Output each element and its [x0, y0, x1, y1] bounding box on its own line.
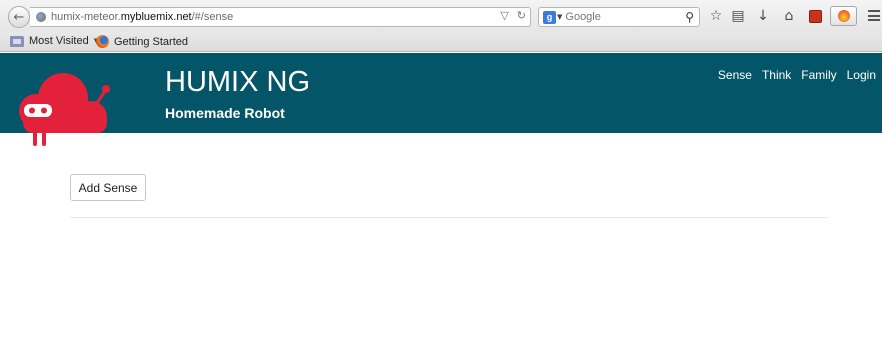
- firefox-icon: [96, 35, 109, 48]
- search-placeholder: Google: [565, 11, 601, 23]
- bookmark-getting-started[interactable]: Getting Started: [96, 35, 188, 48]
- home-icon[interactable]: ⌂: [780, 7, 798, 25]
- nav-link-login[interactable]: Login: [847, 68, 876, 82]
- url-domain: mybluemix.net: [120, 11, 192, 23]
- url-dropdown-icon[interactable]: ▽: [500, 9, 508, 22]
- bookmark-star-icon[interactable]: ☆: [707, 7, 725, 25]
- globe-icon: [36, 12, 46, 22]
- bookmark-most-visited[interactable]: Most Visited ▼: [10, 35, 99, 47]
- extension-icon[interactable]: [806, 7, 824, 25]
- divider: [70, 217, 828, 218]
- reload-icon[interactable]: ↻: [517, 9, 526, 22]
- add-sense-button[interactable]: Add Sense: [70, 174, 146, 201]
- site-title: HUMIX NG: [165, 66, 310, 98]
- nav-link-sense[interactable]: Sense: [718, 68, 752, 82]
- nav-link-think[interactable]: Think: [762, 68, 791, 82]
- search-bar[interactable]: g ▼ Google ⚲: [538, 7, 700, 27]
- url-prefix: humix-meteor.: [51, 11, 121, 23]
- bookmark-label: Getting Started: [114, 35, 188, 48]
- browser-toolbar: ← humix-meteor.mybluemix.net/#/sense ▽ ↻…: [0, 0, 882, 32]
- url-suffix: /#/sense: [191, 11, 234, 23]
- back-button[interactable]: ←: [8, 6, 30, 28]
- main-nav: Sense Think Family Login: [718, 68, 876, 82]
- reading-list-icon[interactable]: ▤: [729, 7, 747, 25]
- downloads-icon[interactable]: ↓: [754, 7, 772, 25]
- folder-icon: [10, 35, 24, 47]
- search-engine-dropdown-icon[interactable]: ▼: [557, 13, 562, 21]
- back-arrow-icon: ←: [13, 9, 25, 25]
- hamburger-menu-icon[interactable]: [868, 10, 880, 21]
- hello-button[interactable]: [830, 6, 857, 26]
- nav-link-family[interactable]: Family: [801, 68, 836, 82]
- bookmarks-toolbar: Most Visited ▼ Getting Started: [0, 32, 882, 52]
- site-header: HUMIX NG Homemade Robot Sense Think Fami…: [0, 53, 882, 146]
- google-icon[interactable]: g: [543, 10, 556, 24]
- bookmark-label: Most Visited: [29, 35, 89, 47]
- site-subtitle: Homemade Robot: [165, 105, 285, 121]
- robot-cloud-logo[interactable]: [17, 71, 113, 149]
- url-text[interactable]: humix-meteor.mybluemix.net/#/sense: [51, 11, 233, 23]
- search-icon[interactable]: ⚲: [685, 10, 694, 24]
- address-bar[interactable]: humix-meteor.mybluemix.net/#/sense ▽ ↻: [30, 7, 531, 27]
- flame-icon: [837, 10, 850, 22]
